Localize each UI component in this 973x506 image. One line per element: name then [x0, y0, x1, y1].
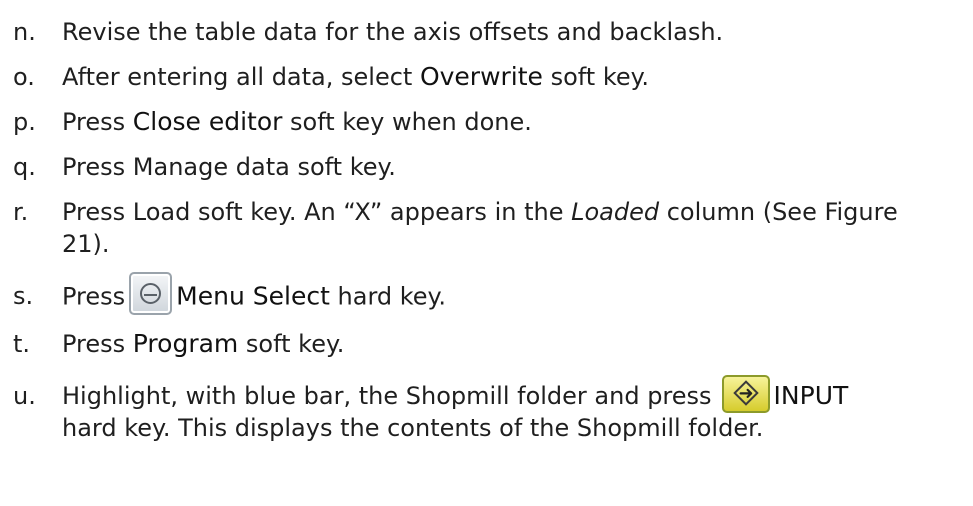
step-letter: p.	[13, 108, 36, 136]
step-letter: u.	[13, 382, 36, 410]
step-text: After entering all data, select Overwrit…	[62, 62, 650, 91]
step-text: Press Program soft key.	[62, 329, 345, 358]
step-text: Highlight, with blue bar, the Shopmill f…	[62, 375, 849, 413]
step-letter: s.	[13, 282, 34, 310]
step-letter: t.	[13, 330, 31, 358]
step-letter: r.	[13, 198, 29, 226]
loaded-column-label: Loaded	[571, 198, 660, 226]
step-text: 21).	[62, 230, 110, 258]
menu-select-key-icon	[129, 272, 173, 315]
step-letter: q.	[13, 153, 36, 181]
input-key-label: INPUT	[773, 381, 849, 410]
step-text: hard key. This displays the contents of …	[62, 414, 764, 442]
step-letter: o.	[13, 63, 35, 91]
step-text: Press Load soft key. An “X” appears in t…	[62, 198, 898, 226]
step-letter: n.	[13, 18, 36, 46]
menu-select-key-label: Menu Select	[176, 281, 330, 311]
step-text: Press Manage data soft key.	[62, 153, 396, 181]
program-key-label: Program	[132, 329, 239, 358]
step-text: Press Close editor soft key when done.	[62, 107, 532, 136]
step-text: Revise the table data for the axis offse…	[62, 18, 724, 46]
step-text: Press Menu Select hard key.	[62, 272, 446, 315]
close-editor-key-label: Close editor	[132, 107, 283, 136]
input-key-icon: ➜	[721, 375, 770, 413]
overwrite-key-label: Overwrite	[419, 62, 543, 91]
